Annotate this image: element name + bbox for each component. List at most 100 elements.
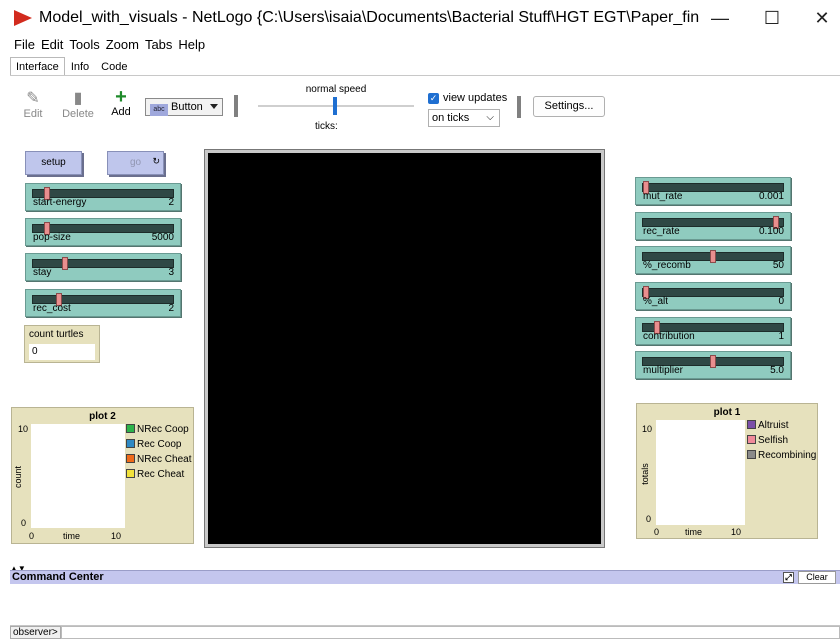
y-max-label: 10 <box>642 424 653 434</box>
command-center-header: Command Center ⤢ Clear <box>10 570 840 584</box>
maximize-icon[interactable]: ⤢ <box>783 572 794 583</box>
speed-label: normal speed <box>305 84 367 95</box>
legend-label: NRec Cheat <box>137 454 192 465</box>
delete-label: Delete <box>62 108 94 120</box>
menu-file[interactable]: File <box>11 36 38 54</box>
menu-edit[interactable]: Edit <box>38 36 66 54</box>
slider-name: mut_rate <box>643 191 683 202</box>
pencil-icon: ✎ <box>26 90 40 107</box>
slider-knob[interactable] <box>62 257 68 270</box>
observer-prompt[interactable]: observer> <box>10 626 61 639</box>
forever-icon: ↻ <box>152 156 160 166</box>
y-min-label: 0 <box>646 514 652 524</box>
slider-value: 0.100 <box>758 226 784 237</box>
x-axis-label: time <box>685 527 703 537</box>
slider-mut-rate[interactable]: mut_rate 0.001 <box>635 177 791 205</box>
slider-value: 0 <box>778 296 784 307</box>
world-view[interactable] <box>204 149 605 548</box>
slider-rec-rate[interactable]: rec_rate 0.100 <box>635 212 791 240</box>
command-input[interactable] <box>60 626 840 639</box>
slider-start-energy[interactable]: start-energy 2 <box>25 183 181 211</box>
delete-tool[interactable]: ▮ Delete <box>60 90 96 120</box>
plot-2: plot 2 10 0 0 time 10 count NRec Coop Rec… <box>11 407 194 544</box>
menu-zoom[interactable]: Zoom <box>103 36 142 54</box>
plot-title: plot 1 <box>713 407 741 418</box>
slider-name: multiplier <box>643 365 684 376</box>
slider-value: 1 <box>778 331 784 342</box>
menu-tools[interactable]: Tools <box>66 36 102 54</box>
menu-bar: File Edit Tools Zoom Tabs Help <box>0 36 208 54</box>
slider-knob[interactable] <box>710 250 716 263</box>
legend-swatch <box>747 435 756 444</box>
tab-interface[interactable]: Interface <box>10 57 65 75</box>
setup-button[interactable]: setup <box>25 151 82 175</box>
maximize-button[interactable]: ☐ <box>752 6 792 30</box>
settings-button[interactable]: Settings... <box>533 96 605 117</box>
speed-slider-thumb[interactable] <box>333 97 337 115</box>
tab-code[interactable]: Code <box>95 57 133 75</box>
x-max-label: 10 <box>731 527 742 537</box>
x-min-label: 0 <box>654 527 660 537</box>
legend-label: Rec Coop <box>137 439 182 450</box>
setup-label: setup <box>41 157 66 168</box>
title-bar: Model_with_visuals - NetLogo {C:\Users\i… <box>0 0 840 36</box>
legend-swatch <box>126 439 135 448</box>
slider-name: %_alt <box>643 296 669 307</box>
netlogo-logo-icon <box>14 10 32 26</box>
edit-tool[interactable]: ✎ Edit <box>18 90 48 120</box>
slider-name: rec_rate <box>643 226 680 237</box>
slider-contribution[interactable]: contribution 1 <box>635 317 791 345</box>
minimize-button[interactable]: — <box>700 6 740 30</box>
view-updates-label: view updates <box>443 92 508 104</box>
count-turtles-monitor: count turtles 0 <box>24 325 100 363</box>
tab-info[interactable]: Info <box>65 57 95 75</box>
go-label: go <box>129 157 142 168</box>
window-title: Model_with_visuals - NetLogo {C:\Users\i… <box>39 9 699 26</box>
command-output[interactable] <box>10 584 840 626</box>
plot-title: plot 2 <box>89 411 116 422</box>
update-mode-select[interactable]: on ticks ⌵ <box>428 109 500 127</box>
slider-track[interactable] <box>32 257 174 270</box>
legend-label: Altruist <box>758 420 789 431</box>
plus-icon: + <box>115 86 127 108</box>
slider-name: rec_cost <box>33 303 71 314</box>
slider-name: %_recomb <box>643 260 691 271</box>
view-updates-checkbox[interactable]: ✓ <box>428 93 439 104</box>
plot-area <box>31 424 125 528</box>
clear-button[interactable]: Clear <box>798 571 836 584</box>
ticks-label: ticks: <box>315 121 338 132</box>
menu-tabs[interactable]: Tabs <box>142 36 175 54</box>
monitor-value: 0 <box>29 344 95 360</box>
slider-recomb[interactable]: %_recomb 50 <box>635 246 791 274</box>
legend-item: Selfish <box>747 435 788 446</box>
slider-stay[interactable]: stay 3 <box>25 253 181 281</box>
go-button[interactable]: go ↻ <box>107 151 164 175</box>
legend-label: Recombining <box>758 450 817 461</box>
slider-knob[interactable] <box>710 355 716 368</box>
widget-type-value: Button <box>171 101 203 113</box>
slider-value: 2 <box>168 197 174 208</box>
netlogo-window: Model_with_visuals - NetLogo {C:\Users\i… <box>0 0 840 639</box>
slider-value: 50 <box>772 260 784 271</box>
slider-alt[interactable]: %_alt 0 <box>635 282 791 310</box>
legend-item: Rec Coop <box>126 439 181 450</box>
widget-type-select[interactable]: abc Button <box>145 98 223 116</box>
y-min-label: 0 <box>21 518 27 528</box>
slider-pop-size[interactable]: pop-size 5000 <box>25 218 181 246</box>
slider-multiplier[interactable]: multiplier 5.0 <box>635 351 791 379</box>
command-center-title: Command Center <box>12 571 104 583</box>
y-max-label: 10 <box>18 424 29 434</box>
add-tool[interactable]: + Add <box>108 86 134 118</box>
legend-item: Altruist <box>747 420 789 431</box>
monitor-label: count turtles <box>29 329 84 340</box>
menu-help[interactable]: Help <box>175 36 208 54</box>
chevron-down-icon: ⌵ <box>486 112 494 123</box>
close-button[interactable]: ✕ <box>802 6 840 30</box>
legend-label: Selfish <box>758 435 789 446</box>
legend-item: Rec Cheat <box>126 469 184 480</box>
x-min-label: 0 <box>29 531 35 541</box>
slider-rec-cost[interactable]: rec_cost 2 <box>25 289 181 317</box>
toolbar-separator <box>234 95 238 117</box>
legend-item: NRec Cheat <box>126 454 191 465</box>
y-axis-label: count <box>13 465 24 489</box>
